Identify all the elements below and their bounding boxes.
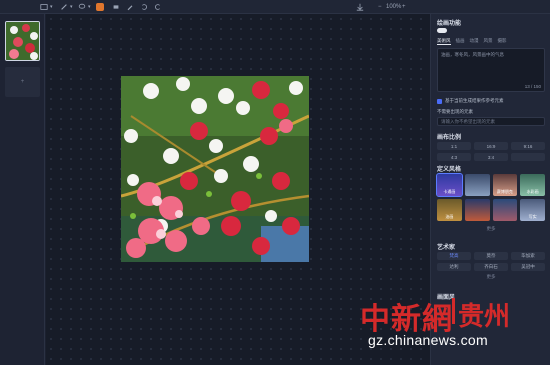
brush-tool-button[interactable]: ▾ <box>60 2 73 12</box>
zoom-out-button[interactable]: − <box>378 2 382 12</box>
ratio-option[interactable] <box>511 153 545 161</box>
tab-item[interactable]: 动漫 <box>470 38 479 45</box>
eraser-tool-button[interactable] <box>112 2 120 12</box>
add-history-slot[interactable]: + <box>5 67 40 97</box>
watermark-url: gz.chinanews.com <box>368 332 488 348</box>
ratio-option[interactable]: 4:3 <box>437 153 471 161</box>
style-tile[interactable]: 卡通画 <box>436 173 463 197</box>
eraser-icon <box>113 5 119 9</box>
lasso-icon <box>78 3 86 9</box>
char-counter: 13 / 150 <box>524 84 541 89</box>
style-tile[interactable] <box>464 174 490 196</box>
category-tabs: 美術风 插画 动漫 风景 摄影 <box>437 38 507 45</box>
style-tile[interactable]: 写实 <box>520 199 545 221</box>
prompt-text: 油画，寒冬风，风景画中的气息 <box>441 52 504 57</box>
artist-option[interactable]: 达利 <box>437 263 471 271</box>
artist-more-link[interactable]: 更多 <box>437 274 545 280</box>
add-icon: + <box>20 79 25 85</box>
ratio-options: 1:1 16:9 9:16 4:3 3:4 <box>437 142 545 161</box>
style-tile[interactable] <box>464 199 490 221</box>
negative-input[interactable]: 请输入你不希望出现的元素 <box>437 117 545 126</box>
artist-option[interactable]: 齐白石 <box>474 263 508 271</box>
pen-tool-button[interactable] <box>126 2 134 12</box>
generate-tool-button[interactable] <box>96 2 104 12</box>
style-title: 定义风格 <box>437 167 462 173</box>
checkbox-icon <box>437 98 442 104</box>
chevron-down-icon: ▾ <box>70 4 73 10</box>
artwork-image <box>121 76 309 262</box>
panel-title: 绘画功能 <box>437 21 462 27</box>
style-label: 水彩画 <box>526 189 539 194</box>
thumbnail-image <box>6 22 39 60</box>
zoom-level: 100% <box>386 2 401 12</box>
zoom-in-label: + <box>402 4 406 10</box>
tab-item[interactable]: 美術风 <box>437 38 451 45</box>
negative-placeholder: 请输入你不希望出现的元素 <box>441 119 495 124</box>
style-options: 卡通画 赛博朋克 水彩画 油画 写实 <box>436 173 545 221</box>
style-label: 赛博朋克 <box>496 189 513 194</box>
style-label: 写实 <box>528 214 537 219</box>
zoom-out-label: − <box>378 4 382 10</box>
download-button[interactable] <box>356 2 364 12</box>
select-icon <box>40 4 48 10</box>
prompt-textarea[interactable]: 油画，寒冬风，风景画中的气息 13 / 150 <box>437 48 545 92</box>
pen-icon <box>127 5 133 11</box>
chevron-down-icon: ▾ <box>88 4 91 10</box>
artist-option[interactable]: 梵高 <box>437 252 471 260</box>
feature-toggle[interactable] <box>437 28 447 33</box>
style-tile[interactable]: 水彩画 <box>520 174 545 196</box>
watermark-separator <box>452 298 455 324</box>
redo-icon <box>155 4 160 10</box>
artist-title: 艺术家 <box>437 245 456 251</box>
tab-item[interactable]: 风景 <box>484 38 493 45</box>
zoom-value: 100% <box>386 4 402 10</box>
redo-button[interactable] <box>154 2 162 12</box>
style-label: 卡通画 <box>443 189 456 194</box>
ratio-title: 画布比例 <box>437 135 462 141</box>
tab-item[interactable]: 摄影 <box>498 38 507 45</box>
style-tile[interactable] <box>492 199 518 221</box>
checkbox-label: 基于当前生成结果作参考元素 <box>445 98 504 103</box>
history-sidebar: + <box>0 14 45 365</box>
artist-option[interactable]: 毕加索 <box>511 252 545 260</box>
ratio-option[interactable]: 16:9 <box>474 142 508 150</box>
artist-option[interactable]: 吴冠中 <box>511 263 545 271</box>
select-tool-button[interactable]: ▾ <box>40 2 53 12</box>
style-tile[interactable]: 赛博朋克 <box>492 174 518 196</box>
generate-icon <box>96 3 104 11</box>
undo-button[interactable] <box>140 2 148 12</box>
artist-option[interactable]: 莫奈 <box>474 252 508 260</box>
ratio-option[interactable]: 9:16 <box>511 142 545 150</box>
ratio-option[interactable]: 3:4 <box>474 153 508 161</box>
chevron-down-icon: ▾ <box>50 4 53 10</box>
zoom-in-button[interactable]: + <box>402 2 406 12</box>
ratio-option[interactable]: 1:1 <box>437 142 471 150</box>
artist-options: 梵高 莫奈 毕加索 达利 齐白石 吴冠中 <box>437 252 545 271</box>
undo-icon <box>142 4 147 10</box>
negative-title: 不需要出现的元素 <box>437 109 473 114</box>
top-toolbar: ▾ ▾ ▾ − 100% + <box>0 0 550 14</box>
lasso-tool-button[interactable]: ▾ <box>78 2 91 12</box>
style-more-link[interactable]: 更多 <box>437 226 545 232</box>
reference-checkbox[interactable]: 基于当前生成结果作参考元素 <box>437 98 504 104</box>
watermark-region: 贵州 <box>458 302 511 332</box>
brush-icon <box>61 4 67 10</box>
style-label: 油画 <box>445 214 454 219</box>
style-tile[interactable]: 油画 <box>437 199 462 221</box>
download-icon <box>356 3 364 11</box>
tab-item[interactable]: 插画 <box>456 38 465 45</box>
generated-artwork[interactable] <box>121 76 309 262</box>
history-thumbnail[interactable] <box>5 21 40 61</box>
